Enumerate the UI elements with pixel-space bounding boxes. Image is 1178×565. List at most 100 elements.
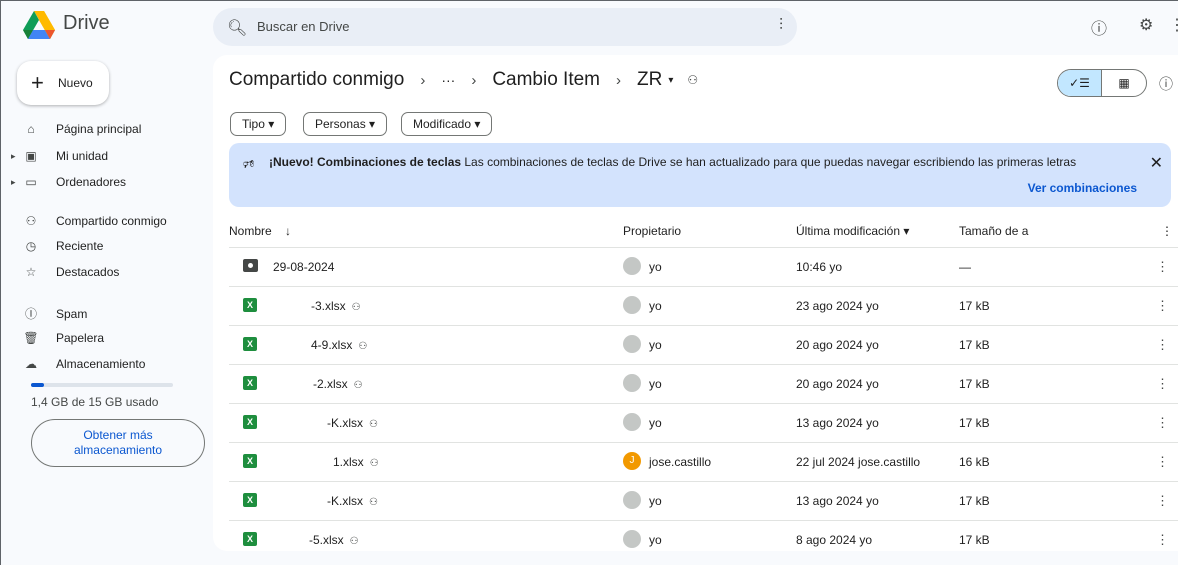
apps-menu-icon[interactable]: ⋮ [1169, 15, 1178, 35]
modified-date: 22 jul 2024 jose.castillo [796, 455, 921, 469]
details-info-icon[interactable]: ⓘ [1159, 74, 1173, 94]
avatar [623, 491, 641, 509]
sidebar-item-trash[interactable]: 🗑︎ Papelera [23, 331, 104, 345]
column-header-name[interactable]: Nombre ↓ [229, 224, 291, 238]
shared-people-icon: ⚇ [358, 341, 368, 352]
file-name[interactable]: -3.xlsx ⚇ [311, 299, 361, 313]
sidebar-item-label: Almacenamiento [56, 357, 146, 371]
plus-icon: + [31, 70, 44, 95]
chevron-right-icon: › [471, 71, 477, 89]
file-name-text: 29-08-2024 [273, 260, 335, 274]
file-name[interactable]: -K.xlsx ⚇ [327, 416, 378, 430]
file-size: 17 kB [959, 338, 990, 352]
more-actions-icon[interactable]: ⋮ [1156, 337, 1169, 353]
column-header-name-label: Nombre [229, 224, 272, 238]
my-drive-icon: ▣ [25, 149, 37, 163]
column-options-icon[interactable]: ⋮ [1161, 224, 1173, 238]
sidebar-item-computers[interactable]: ▸ ▭ Ordenadores [11, 175, 126, 189]
shared-folder-icon: ⚇ [687, 73, 699, 87]
table-row[interactable]: 29-08-2024 yo 10:46 yo — ⋮ [229, 247, 1178, 286]
owner-name: yo [649, 533, 662, 547]
sidebar-item-starred[interactable]: ☆ Destacados [23, 265, 120, 279]
owner-name: jose.castillo [649, 455, 712, 469]
sidebar-item-storage[interactable]: ☁︎ Almacenamiento [23, 357, 145, 371]
banner-title: ¡Nuevo! Combinaciones de teclas [269, 155, 462, 169]
file-name[interactable]: 29-08-2024 [273, 260, 334, 274]
table-row[interactable]: X -K.xlsx ⚇ yo 13 ago 2024 yo 17 kB ⋮ [229, 403, 1178, 442]
sidebar-item-shared[interactable]: ⚇ Compartido conmigo [23, 214, 167, 228]
home-icon: ⌂ [27, 122, 35, 136]
more-actions-icon[interactable]: ⋮ [1156, 376, 1169, 392]
file-name[interactable]: -5.xlsx ⚇ [309, 533, 359, 547]
more-actions-icon[interactable]: ⋮ [1156, 259, 1169, 275]
shared-folder-icon [243, 259, 258, 272]
sidebar-item-spam[interactable]: Ⓘ Spam [23, 305, 87, 322]
more-actions-icon[interactable]: ⋮ [1156, 493, 1169, 509]
table-row[interactable]: X 4-9.xlsx ⚇ yo 20 ago 2024 yo 17 kB ⋮ [229, 325, 1178, 364]
sidebar-item-recent[interactable]: ◷ Reciente [23, 239, 104, 253]
expand-arrow-icon[interactable]: ▸ [11, 177, 16, 188]
sidebar-item-my-drive[interactable]: ▸ ▣ Mi unidad [11, 149, 108, 163]
more-actions-icon[interactable]: ⋮ [1156, 298, 1169, 314]
expand-arrow-icon[interactable]: ▸ [11, 151, 16, 162]
people-icon: ⚇ [25, 214, 37, 228]
modified-date: 13 ago 2024 yo [796, 416, 879, 430]
breadcrumb-mid[interactable]: Cambio Item [492, 69, 600, 91]
excel-file-icon: X [243, 298, 257, 312]
table-row[interactable]: X 1.xlsx ⚇ Jjose.castillo 22 jul 2024 jose.c… [229, 442, 1178, 481]
search-input[interactable]: Buscar en Drive [257, 19, 349, 34]
file-name[interactable]: -2.xlsx ⚇ [313, 377, 363, 391]
excel-file-icon: X [243, 376, 257, 390]
excel-file-icon: X [243, 532, 257, 546]
chevron-right-icon: › [420, 71, 426, 89]
breadcrumb-current[interactable]: ZR [637, 69, 662, 91]
search-icon[interactable]: 🔍︎ [227, 18, 247, 38]
sidebar-item-label: Papelera [56, 331, 105, 345]
settings-icon[interactable]: ⚙ [1139, 15, 1153, 35]
sidebar-item-home[interactable]: ⌂ Página principal [23, 122, 141, 136]
breadcrumb-ellipsis[interactable]: ··· [441, 72, 455, 88]
table-row[interactable]: X -5.xlsx ⚇ yo 8 ago 2024 yo 17 kB ⋮ [229, 520, 1178, 559]
grid-view-button[interactable]: ▦ [1102, 70, 1146, 96]
filter-modified-chip[interactable]: Modificado ▾ [401, 112, 493, 136]
search-bar[interactable]: 🔍︎ Buscar en Drive ⫶ [213, 8, 797, 46]
close-icon[interactable]: ✕ [1150, 153, 1163, 173]
more-actions-icon[interactable]: ⋮ [1156, 454, 1169, 470]
new-button[interactable]: + Nuevo [17, 61, 109, 105]
sidebar-item-label: Reciente [56, 239, 104, 253]
excel-file-icon: X [243, 493, 257, 507]
new-button-label: Nuevo [58, 76, 93, 90]
search-options-icon[interactable]: ⫶ [779, 17, 783, 35]
sidebar-item-label: Destacados [56, 265, 120, 279]
column-header-modified[interactable]: Última modificación ▾ [796, 224, 909, 238]
list-view-button[interactable]: ✓☰ [1058, 70, 1103, 96]
more-actions-icon[interactable]: ⋮ [1156, 415, 1169, 431]
file-name[interactable]: 1.xlsx ⚇ [333, 455, 379, 469]
cloud-icon: ☁︎ [25, 357, 37, 371]
sort-arrow-icon[interactable]: ↓ [285, 224, 291, 238]
file-size: — [959, 260, 971, 274]
shared-people-icon: ⚇ [369, 497, 378, 508]
dropdown-arrow-icon[interactable]: ▾ [668, 75, 673, 86]
megaphone-icon: 🕫︎ [243, 157, 255, 171]
breadcrumb-root[interactable]: Compartido conmigo [229, 69, 404, 91]
table-row[interactable]: X -3.xlsx ⚇ yo 23 ago 2024 yo 17 kB ⋮ [229, 286, 1178, 325]
table-row[interactable]: X -2.xlsx ⚇ yo 20 ago 2024 yo 17 kB ⋮ [229, 364, 1178, 403]
column-header-owner[interactable]: Propietario [623, 224, 681, 238]
see-shortcuts-link[interactable]: Ver combinaciones [1028, 181, 1137, 195]
more-actions-icon[interactable]: ⋮ [1156, 532, 1169, 548]
table-row[interactable]: X -K.xlsx ⚇ yo 13 ago 2024 yo 17 kB ⋮ [229, 481, 1178, 520]
storage-progress-bar [31, 383, 173, 387]
file-name[interactable]: -K.xlsx ⚇ [327, 494, 378, 508]
help-icon[interactable]: ⓘ [1091, 15, 1107, 39]
get-more-storage-button[interactable]: Obtener más almacenamiento [31, 419, 205, 467]
file-name[interactable]: 4-9.xlsx ⚇ [311, 338, 367, 352]
file-name-text: -K.xlsx [327, 494, 363, 508]
filter-people-chip[interactable]: Personas ▾ [303, 112, 388, 136]
shortcuts-banner: 🕫︎ ¡Nuevo! Combinaciones de teclas Las c… [229, 143, 1171, 207]
shared-people-icon: ⚇ [349, 536, 359, 547]
column-header-size[interactable]: Tamaño de a [959, 224, 1028, 238]
owner-name: yo [649, 338, 662, 352]
filter-type-chip[interactable]: Tipo ▾ [230, 112, 287, 136]
file-size: 16 kB [959, 455, 990, 469]
